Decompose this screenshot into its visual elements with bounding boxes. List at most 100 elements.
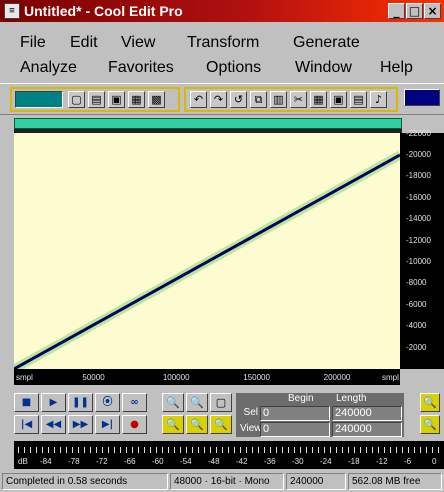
mix-paste-icon[interactable]: ▦ (310, 91, 327, 108)
play-to-end-button[interactable]: ⦿ (95, 393, 120, 412)
level-tick-mark (246, 447, 247, 453)
begin-header: Begin (288, 393, 314, 404)
status-samples: 240000 (286, 473, 346, 490)
menu-options[interactable]: Options (206, 59, 261, 77)
close-button[interactable]: × (424, 3, 441, 19)
time-tick-label: 150000 (243, 373, 270, 382)
level-tick-mark (120, 447, 121, 453)
multitrack-toggle[interactable] (15, 91, 63, 108)
menu-favorites[interactable]: Favorites (108, 59, 174, 77)
frequency-tick-label: -8000 (406, 278, 427, 288)
level-tick-label: -72 (96, 457, 108, 466)
menu-file[interactable]: File (20, 34, 46, 52)
level-tick-label: -84 (40, 457, 52, 466)
level-tick-mark (30, 447, 31, 453)
save-file-icon[interactable]: ▣ (108, 91, 125, 108)
silence-icon[interactable]: ▤ (350, 91, 367, 108)
pause-button[interactable]: ❚❚ (68, 393, 93, 412)
level-tick-mark (306, 447, 307, 453)
zoom-selection-icon[interactable]: 🔍 (210, 415, 232, 434)
level-tick-mark (144, 447, 145, 453)
zoom-in-vertical-icon[interactable]: 🔍 (420, 393, 440, 412)
zoom-full-icon[interactable]: ▢ (210, 393, 232, 412)
level-tick-label: -78 (68, 457, 80, 466)
copy-icon[interactable]: ⧉ (250, 91, 267, 108)
view-begin-field[interactable]: 0 (260, 422, 330, 437)
level-tick-mark (60, 447, 61, 453)
go-to-start-button[interactable]: |◀ (14, 415, 39, 434)
time-tick-label: 100000 (162, 373, 190, 382)
sel-begin-field[interactable]: 0 (260, 406, 330, 421)
undo-icon[interactable]: ↶ (190, 91, 207, 108)
play-button[interactable]: ▶ (41, 393, 66, 412)
rewind-button[interactable]: ◀◀ (41, 415, 66, 434)
zoom-to-left-icon[interactable]: 🔍 (162, 415, 184, 434)
paste-icon[interactable]: ▥ (270, 91, 287, 108)
maximize-button[interactable]: □ (406, 3, 423, 19)
close-file-icon[interactable]: ▩ (148, 91, 165, 108)
waveform-overview[interactable] (14, 118, 402, 129)
level-tick-mark (216, 447, 217, 453)
level-tick-mark (228, 447, 229, 453)
view-length-field[interactable]: 240000 (332, 422, 402, 437)
level-tick-mark (132, 447, 133, 453)
level-tick-mark (72, 447, 73, 453)
spectral-view[interactable] (14, 133, 400, 369)
level-tick-mark (330, 447, 331, 453)
sel-length-field[interactable]: 240000 (332, 406, 402, 421)
level-tick-mark (354, 447, 355, 453)
level-tick-label: -6 (404, 457, 412, 466)
toolbar-group-file: ▢ ▤ ▣ ▦ ▩ (10, 87, 180, 112)
redo-icon[interactable]: ↷ (210, 91, 227, 108)
menu-generate[interactable]: Generate (293, 34, 360, 52)
level-tick-mark (390, 447, 391, 453)
level-tick-mark (54, 447, 55, 453)
menu-window[interactable]: Window (295, 59, 352, 77)
level-tick-mark (336, 447, 337, 453)
menu-transform[interactable]: Transform (187, 34, 259, 52)
cool-edit-app-icon[interactable]: ≡ (4, 3, 20, 19)
level-tick-mark (234, 447, 235, 453)
favorite-icon[interactable]: ♪ (370, 91, 387, 108)
menu-analyze[interactable]: Analyze (20, 59, 77, 77)
level-tick-mark (294, 447, 295, 453)
level-tick-mark (198, 447, 199, 453)
zoom-out-horizontal-icon[interactable]: 🔍 (186, 393, 208, 412)
level-tick-mark (180, 447, 181, 453)
trim-icon[interactable]: ▣ (330, 91, 347, 108)
menu-help[interactable]: Help (380, 59, 413, 77)
loop-button[interactable]: ∞ (122, 393, 147, 412)
frequency-tick-label: -22000 (406, 128, 431, 138)
menu-view[interactable]: View (121, 34, 155, 52)
zoom-to-right-icon[interactable]: 🔍 (186, 415, 208, 434)
fast-forward-button[interactable]: ▶▶ (68, 415, 93, 434)
new-file-icon[interactable]: ▢ (68, 91, 85, 108)
frequency-tick-label: -16000 (406, 192, 431, 202)
level-tick-label: -30 (292, 457, 304, 466)
open-file-icon[interactable]: ▤ (88, 91, 105, 108)
save-all-icon[interactable]: ▦ (128, 91, 145, 108)
level-meter: dB -84 -78 -72 -66 -60 -54 -48 -42 -36 -30 -24 -18 -1… (14, 441, 444, 469)
level-tick-label: -36 (264, 457, 276, 466)
zoom-in-horizontal-icon[interactable]: 🔍 (162, 393, 184, 412)
toolbar-extra-button[interactable] (404, 89, 440, 106)
level-tick-mark (258, 447, 259, 453)
level-tick-mark (312, 447, 313, 453)
minimize-button[interactable]: _ (388, 3, 405, 19)
menu-edit[interactable]: Edit (70, 34, 98, 52)
window-title: Untitled* - Cool Edit Pro (24, 3, 183, 19)
repeat-icon[interactable]: ↺ (230, 91, 247, 108)
time-ruler[interactable]: smpl 50000 100000 150000 200000 smpl (14, 369, 400, 385)
toolbar-group-edit: ↶ ↷ ↺ ⧉ ▥ ✂ ▦ ▣ ▤ ♪ (184, 87, 398, 112)
zoom-out-vertical-icon[interactable]: 🔍 (420, 415, 440, 434)
cut-icon[interactable]: ✂ (290, 91, 307, 108)
frequency-tick-label: -6000 (406, 299, 427, 309)
level-tick-mark (66, 447, 67, 453)
status-format: 48000 · 16-bit · Mono (170, 473, 284, 490)
go-to-end-button[interactable]: ▶| (95, 415, 120, 434)
level-tick-mark (324, 447, 325, 453)
record-button[interactable]: ● (122, 415, 147, 434)
stop-button[interactable]: ■ (14, 393, 39, 412)
frequency-sweep-line (14, 153, 400, 369)
title-bar: ≡ Untitled* - Cool Edit Pro _ □ × (0, 0, 444, 22)
